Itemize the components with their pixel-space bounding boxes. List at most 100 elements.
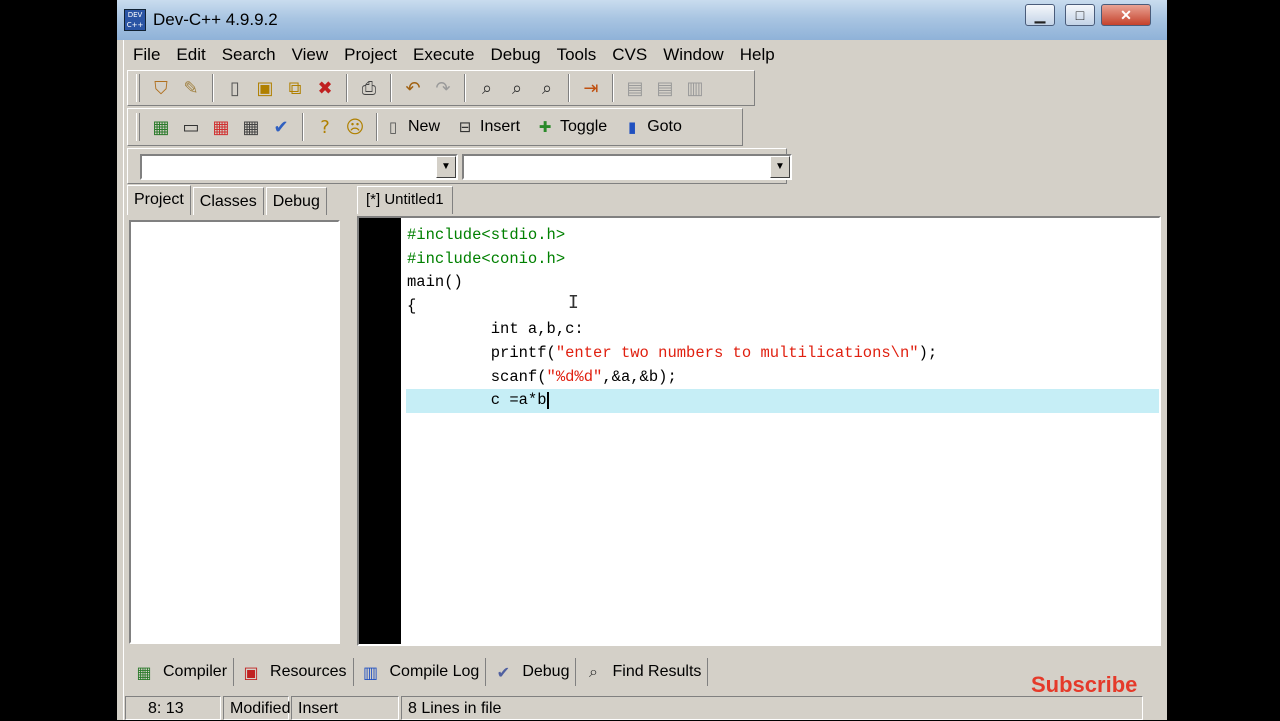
code-line[interactable]: c =a*b (406, 389, 1159, 413)
tab-debug[interactable]: Debug (265, 187, 327, 215)
bottom-tab-label: Find Results (612, 663, 702, 680)
compile-icon[interactable]: ▤ (620, 74, 650, 102)
toolbar-grip[interactable] (136, 113, 140, 141)
code-line[interactable]: main() (406, 271, 1159, 295)
toolbar-separator (212, 74, 214, 102)
code-token: ,&a,&b); (602, 367, 677, 386)
code-line[interactable]: #include<stdio.h> (406, 224, 1159, 248)
menu-search[interactable]: Search (214, 42, 284, 68)
code-line[interactable]: scanf("%d%d",&a,&b); (406, 366, 1159, 390)
toolbar-grip[interactable] (136, 74, 140, 102)
close-file-icon[interactable]: ✖ (310, 74, 340, 102)
code-token: int a,b,c: (407, 320, 584, 339)
window-title: Dev-C++ 4.9.9.2 (153, 10, 278, 29)
tab-resources[interactable]: ▣ Resources (234, 658, 354, 686)
code-line[interactable]: { (406, 295, 1159, 319)
goto-button[interactable]: ▮ Goto (623, 113, 682, 141)
chevron-down-icon[interactable]: ▼ (770, 156, 790, 178)
code-token: c =a*b (407, 391, 547, 410)
menu-window[interactable]: Window (655, 42, 731, 68)
code-line[interactable]: printf("enter two numbers to multilicati… (406, 342, 1159, 366)
find-icon[interactable]: ⌕ (472, 74, 502, 102)
tab-compiler[interactable]: ▦ Compiler (127, 658, 235, 686)
bottom-tab-label: Compiler (163, 663, 228, 680)
goto-bookmark-icon: ▮ (628, 118, 637, 136)
menu-tools[interactable]: Tools (549, 42, 605, 68)
project-options-icon[interactable]: ▦ (206, 113, 236, 141)
tab-project[interactable]: Project (127, 185, 191, 215)
minimize-button[interactable]: ▁ (1025, 4, 1055, 26)
close-button[interactable]: ✕ (1101, 4, 1151, 26)
toolbar-separator (376, 113, 378, 141)
tab-untitled1[interactable]: [*] Untitled1 (357, 186, 453, 214)
find-results-icon: ⌕ (589, 662, 598, 681)
status-insert-mode: Insert (291, 696, 399, 720)
insert-button[interactable]: ⊟ Insert (456, 113, 520, 141)
undo-icon[interactable]: ↶ (398, 74, 428, 102)
maximize-button[interactable]: □ (1065, 4, 1095, 26)
rebuild-icon[interactable]: ▥ (680, 74, 710, 102)
toolbar-separator (612, 74, 614, 102)
ibeam-cursor-icon: I (568, 292, 579, 313)
check-icon[interactable]: ✔ (266, 113, 296, 141)
print-icon[interactable]: ⎙ (354, 74, 384, 102)
member-select[interactable]: ▼ (462, 154, 792, 180)
tab-classes[interactable]: Classes (192, 187, 264, 215)
new-window-icon[interactable]: ▭ (176, 113, 206, 141)
toolbar-separator (464, 74, 466, 102)
tab-find-results[interactable]: ⌕ Find Results (576, 658, 709, 686)
find-next-icon[interactable]: ⌕ (532, 74, 562, 102)
status-bar: 8: 13 Modified Insert 8 Lines in file (125, 696, 1161, 720)
run-icon[interactable]: ▤ (650, 74, 680, 102)
class-browser-icon[interactable]: ▦ (236, 113, 266, 141)
toolbar-separator (346, 74, 348, 102)
class-combo-bar: ▼ ▼ (127, 148, 792, 184)
secondary-toolbar: ▦ ▭ ▦ ▦ ✔ ? ☹ ▯ New ⊟ Insert ✚ Toggle ▮ … (127, 108, 743, 146)
code-editor[interactable]: #include<stdio.h> #include<conio.h> main()… (357, 216, 1161, 646)
menu-file[interactable]: File (125, 42, 168, 68)
new-file-icon[interactable]: ▯ (220, 74, 250, 102)
menu-edit[interactable]: Edit (168, 42, 213, 68)
toggle-bookmark-icon: ✚ (538, 118, 552, 136)
open-file-icon[interactable]: ✎ (176, 74, 206, 102)
about-icon[interactable]: ☹ (340, 113, 370, 141)
redo-icon[interactable]: ↷ (428, 74, 458, 102)
help-icon[interactable]: ? (310, 113, 340, 141)
chevron-down-icon[interactable]: ▼ (436, 156, 456, 178)
menu-execute[interactable]: Execute (405, 42, 482, 68)
code-token: printf( (407, 343, 556, 362)
save-icon[interactable]: ▣ (250, 74, 280, 102)
open-project-icon[interactable]: ⛉ (146, 74, 176, 102)
goto-line-icon[interactable]: ⇥ (576, 74, 606, 102)
menu-cvs[interactable]: CVS (604, 42, 655, 68)
menu-project[interactable]: Project (336, 42, 405, 68)
tab-debug[interactable]: ✔ Debug (486, 658, 577, 686)
debug-icon: ✔ (496, 662, 511, 682)
text-caret (546, 391, 549, 409)
toggle-button[interactable]: ✚ Toggle (536, 113, 607, 141)
toolbar-separator (568, 74, 570, 102)
replace-icon[interactable]: ⌕ (502, 74, 532, 102)
new-page-icon: ▯ (388, 118, 398, 136)
compiler-icon: ▦ (136, 662, 152, 682)
menu-help[interactable]: Help (732, 42, 783, 68)
preprocessor-token: #include<conio.h> (407, 249, 566, 268)
app-icon[interactable]: DEV C++ (124, 9, 146, 31)
class-select[interactable]: ▼ (140, 154, 458, 180)
title-bar[interactable]: DEV C++ Dev-C++ 4.9.9.2 ▁ □ ✕ (117, 0, 1167, 40)
left-pane-tabs: Project Classes Debug (127, 185, 329, 215)
menu-view[interactable]: View (284, 42, 337, 68)
save-all-icon[interactable]: ⧉ (280, 74, 310, 102)
goto-button-label: Goto (647, 118, 682, 135)
code-area[interactable]: #include<stdio.h> #include<conio.h> main()… (406, 224, 1159, 413)
new-button[interactable]: ▯ New (384, 113, 440, 141)
insert-button-label: Insert (480, 118, 521, 135)
editor-gutter[interactable] (359, 218, 401, 644)
tab-compile-log[interactable]: ▥ Compile Log (354, 658, 487, 686)
code-line[interactable]: #include<conio.h> (406, 248, 1159, 272)
dev-cpp-window: DEV C++ Dev-C++ 4.9.9.2 ▁ □ ✕ File Edit … (117, 0, 1167, 720)
project-tree[interactable] (129, 220, 340, 644)
menu-debug[interactable]: Debug (482, 42, 548, 68)
new-project-icon[interactable]: ▦ (146, 113, 176, 141)
code-line[interactable]: int a,b,c: (406, 318, 1159, 342)
